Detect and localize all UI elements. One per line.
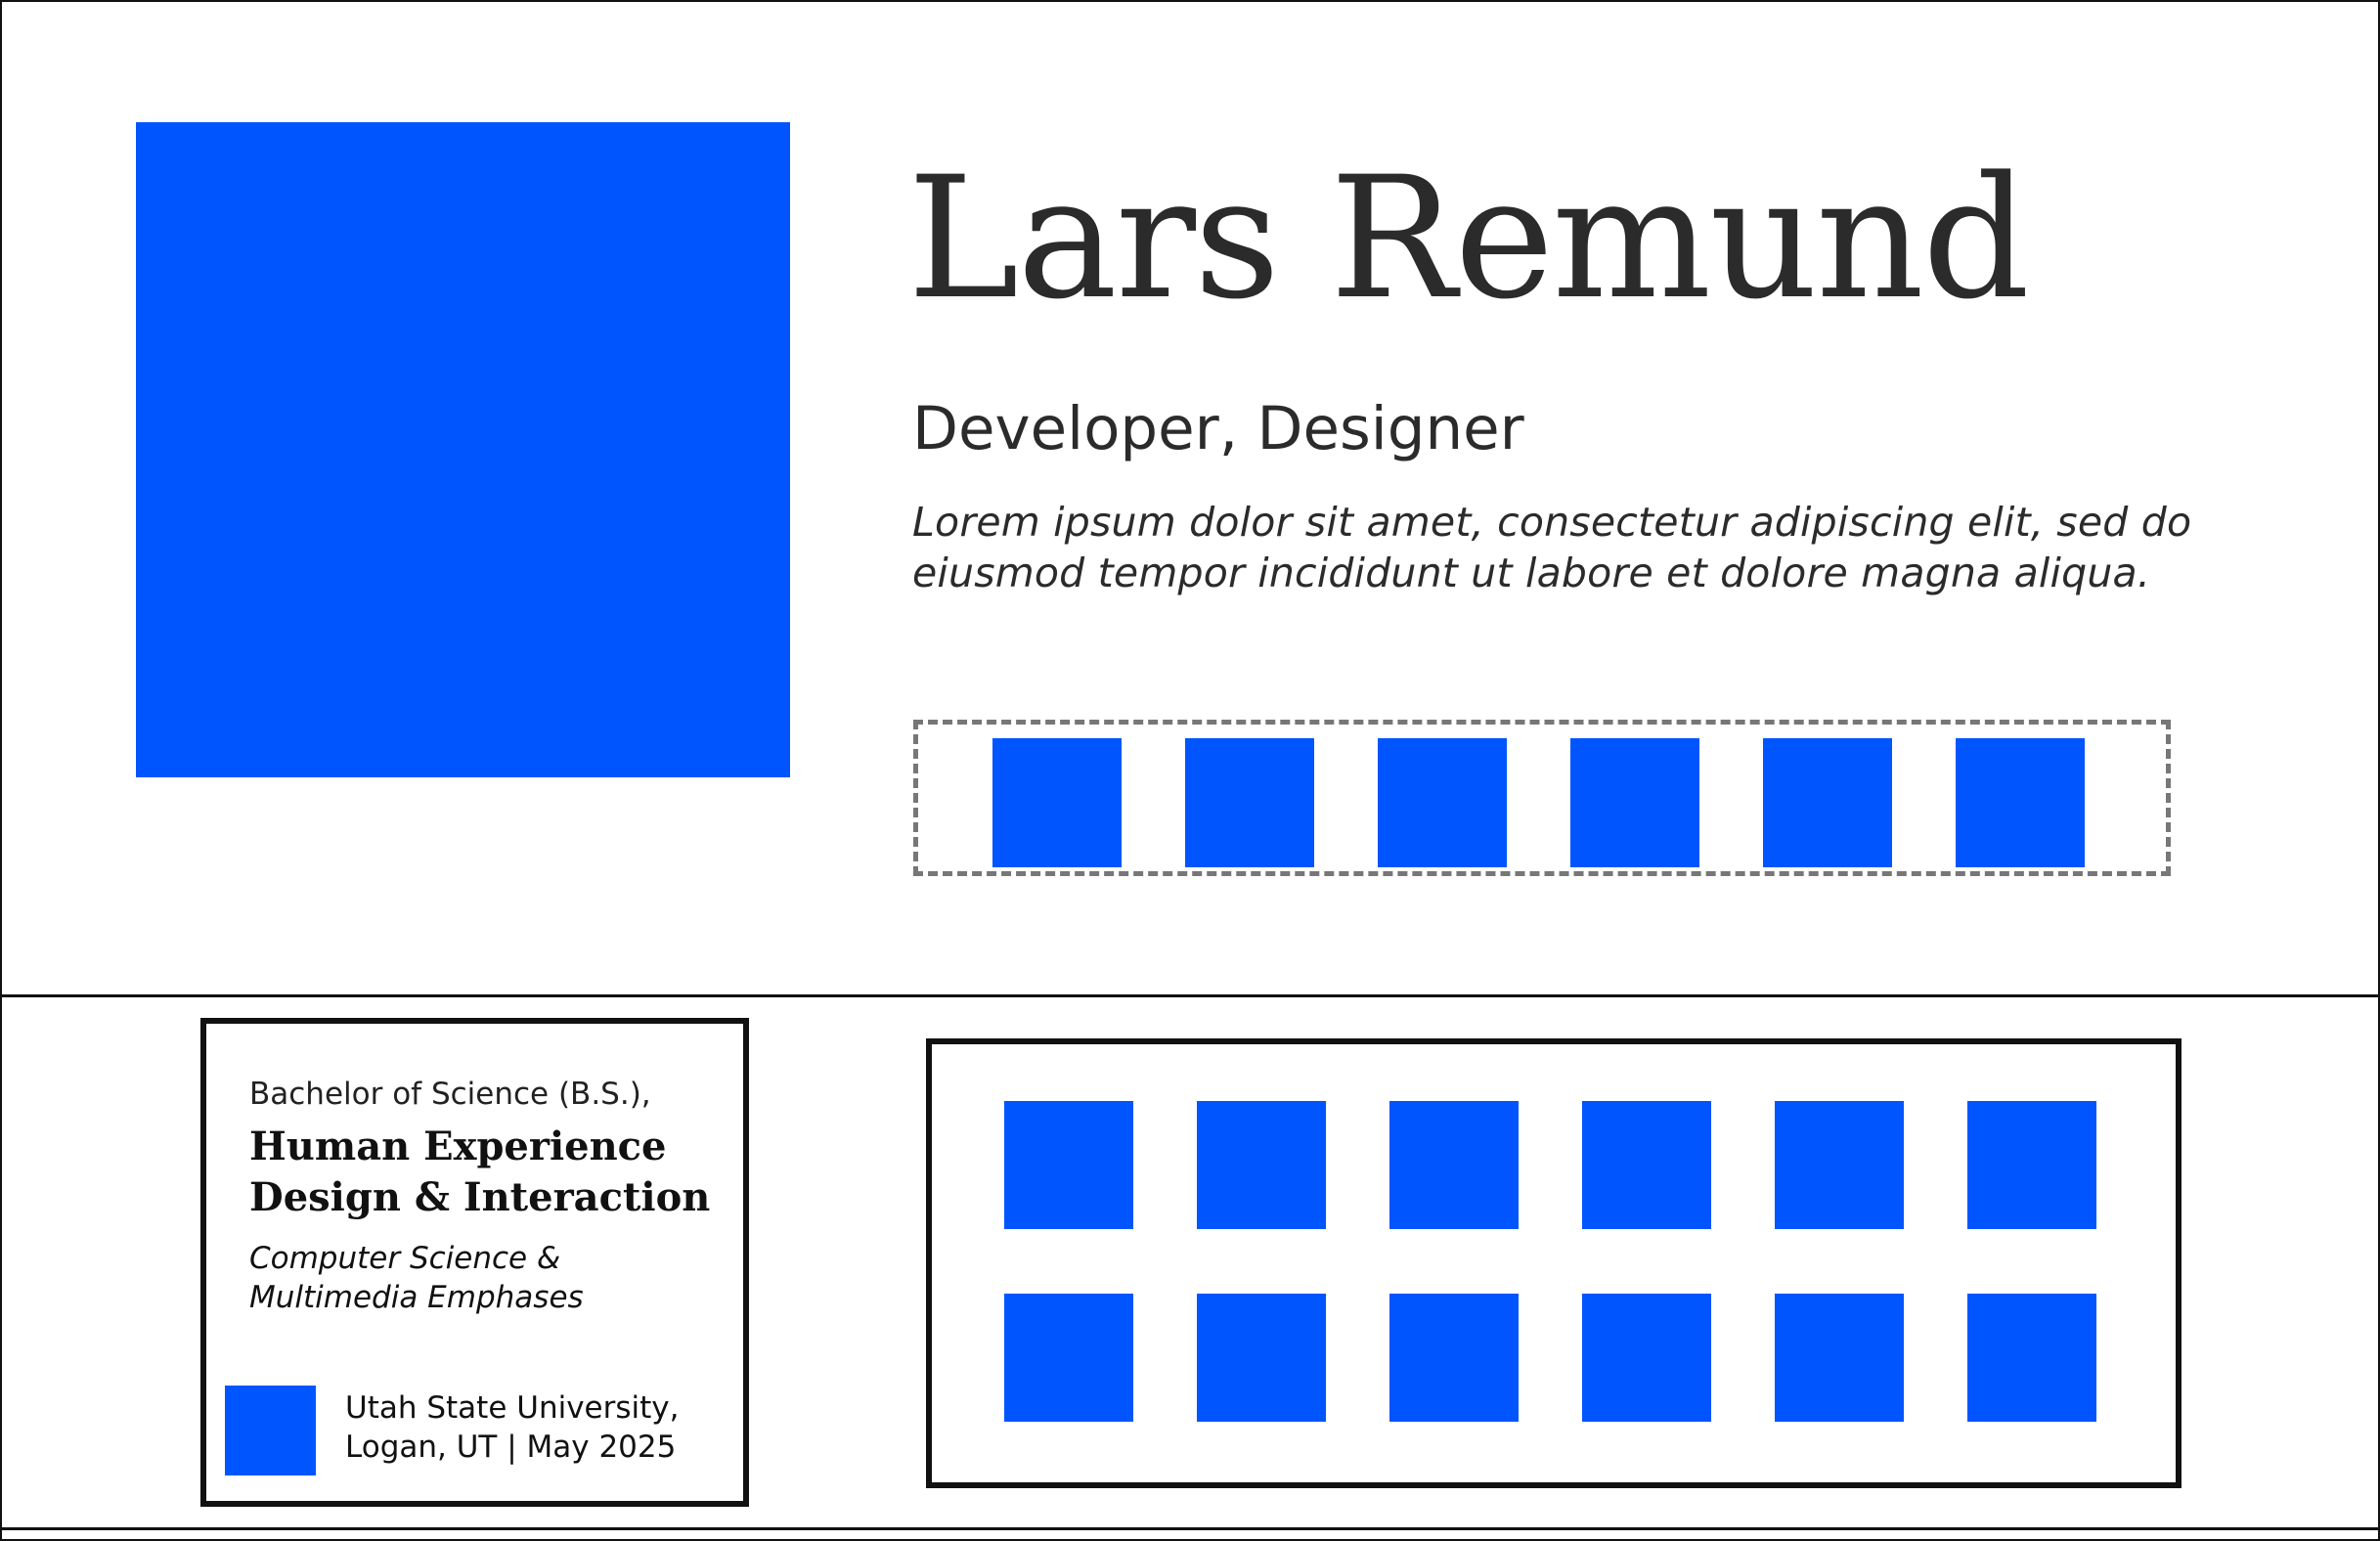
social-link-6[interactable] (1956, 738, 2085, 867)
project-tile-5[interactable] (1775, 1101, 1904, 1229)
project-tile-3[interactable] (1389, 1101, 1519, 1229)
project-tile-6[interactable] (1967, 1101, 2096, 1229)
section-divider-top (0, 994, 2380, 997)
social-link-1[interactable] (992, 738, 1122, 867)
social-link-5[interactable] (1763, 738, 1892, 867)
school-info: Utah State University, Logan, UT | May 2… (345, 1388, 736, 1467)
project-tile-8[interactable] (1197, 1294, 1326, 1422)
degree-emphases: Computer Science & Multimedia Emphases (249, 1241, 584, 1315)
social-link-4[interactable] (1570, 738, 1699, 867)
project-tile-2[interactable] (1197, 1101, 1326, 1229)
profile-name: Lars Remund (907, 140, 2030, 336)
project-tile-10[interactable] (1582, 1294, 1711, 1422)
profile-role: Developer, Designer (912, 394, 1524, 463)
degree-label: Bachelor of Science (B.S.), (249, 1077, 651, 1112)
social-links-row (913, 720, 2171, 876)
degree-major: Human Experience Design & Interaction (249, 1123, 711, 1220)
school-name: Utah State University, (345, 1390, 680, 1426)
school-logo (225, 1386, 316, 1475)
project-tile-1[interactable] (1004, 1101, 1133, 1229)
project-tile-7[interactable] (1004, 1294, 1133, 1422)
profile-bio: Lorem ipsum dolor sit amet, consectetur … (912, 499, 2192, 596)
profile-photo-placeholder (136, 122, 790, 777)
project-tile-12[interactable] (1967, 1294, 2096, 1422)
project-tile-9[interactable] (1389, 1294, 1519, 1422)
section-divider-bottom (0, 1527, 2380, 1530)
project-tile-11[interactable] (1775, 1294, 1904, 1422)
project-tile-4[interactable] (1582, 1101, 1711, 1229)
social-link-2[interactable] (1185, 738, 1314, 867)
school-location-date: Logan, UT | May 2025 (345, 1430, 677, 1465)
projects-grid (926, 1038, 2182, 1488)
education-card: Bachelor of Science (B.S.), Human Experi… (200, 1018, 749, 1507)
social-link-3[interactable] (1378, 738, 1507, 867)
